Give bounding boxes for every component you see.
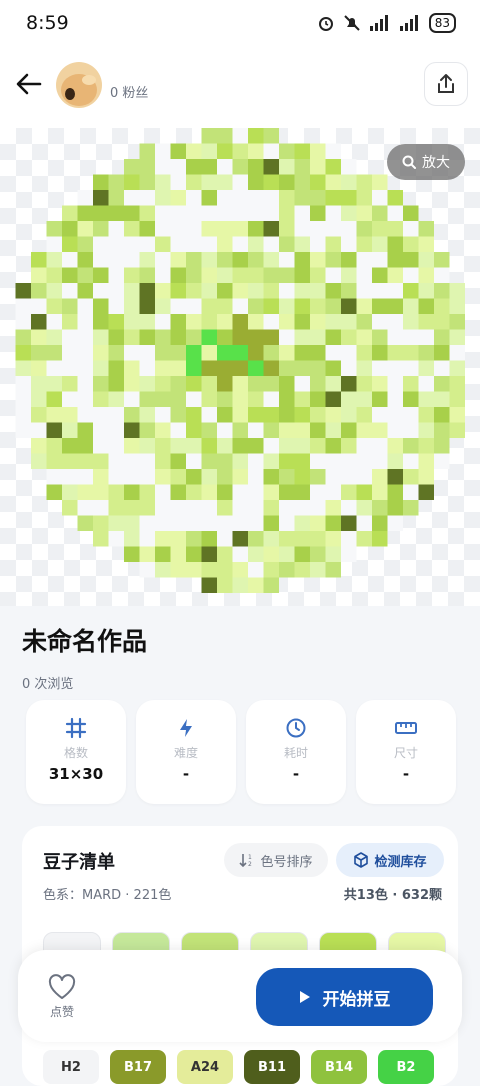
bead-pattern-canvas[interactable]: 放大 bbox=[0, 128, 480, 606]
stat-size: 尺寸 - bbox=[356, 700, 456, 804]
start-label: 开始拼豆 bbox=[322, 989, 391, 1010]
bean-code: B11 bbox=[244, 1050, 300, 1084]
back-button[interactable] bbox=[14, 69, 44, 99]
share-button[interactable] bbox=[424, 62, 468, 106]
top-bar: 0 粉丝 bbox=[0, 48, 480, 128]
bolt-icon bbox=[180, 719, 192, 737]
bean-list-title: 豆子清单 bbox=[43, 852, 115, 873]
sort-by-code-button[interactable]: 12 色号排序 bbox=[224, 843, 328, 877]
mute-icon bbox=[344, 15, 360, 31]
zoom-button[interactable]: 放大 bbox=[387, 144, 465, 180]
clock-icon bbox=[286, 718, 306, 738]
play-icon bbox=[299, 991, 310, 1003]
sort-icon: 12 bbox=[239, 854, 252, 868]
box-icon bbox=[354, 852, 369, 868]
like-label: 点赞 bbox=[49, 1005, 74, 1019]
bean-total: 共13色 · 632颗 bbox=[343, 888, 442, 903]
fans-count[interactable]: 0 粉丝 bbox=[110, 82, 148, 101]
sort-label: 色号排序 bbox=[260, 854, 313, 870]
stat-label: 难度 bbox=[173, 746, 198, 760]
stats-row: 格数 31×30 难度 - 耗时 - 尺寸 - bbox=[26, 700, 456, 804]
arrow-left-icon bbox=[16, 73, 42, 95]
stat-grid: 格数 31×30 bbox=[26, 700, 126, 804]
start-beading-button[interactable]: 开始拼豆 bbox=[256, 968, 433, 1026]
pattern-preview-image bbox=[15, 128, 465, 593]
code-row: H2 B17 A24 B11 B14 B2 bbox=[43, 1050, 434, 1084]
stat-label: 耗时 bbox=[283, 746, 308, 760]
stat-value: - bbox=[292, 765, 300, 783]
ruler-icon bbox=[395, 722, 417, 734]
bean-code: B14 bbox=[311, 1050, 367, 1084]
bean-code: B2 bbox=[378, 1050, 434, 1084]
signal-icon bbox=[369, 15, 388, 31]
stat-label: 尺寸 bbox=[393, 746, 418, 760]
svg-text:2: 2 bbox=[248, 861, 252, 868]
signal-icon-2 bbox=[399, 15, 418, 31]
stat-difficulty: 难度 - bbox=[136, 700, 236, 804]
status-icons: 83 bbox=[317, 13, 456, 33]
bean-code: B17 bbox=[110, 1050, 166, 1084]
bean-code: H2 bbox=[43, 1050, 99, 1084]
stat-value: - bbox=[182, 765, 190, 783]
battery-icon: 83 bbox=[428, 13, 456, 33]
stat-label: 格数 bbox=[63, 746, 88, 760]
status-time: 8:59 bbox=[26, 12, 69, 34]
check-inventory-button[interactable]: 检测库存 bbox=[336, 843, 444, 877]
view-count: 0 次浏览 bbox=[22, 677, 74, 692]
magnifier-icon bbox=[402, 155, 416, 169]
dog-avatar-image bbox=[56, 62, 102, 108]
zoom-label: 放大 bbox=[422, 155, 450, 171]
status-bar: 8:59 83 bbox=[0, 0, 480, 48]
stat-value: - bbox=[402, 765, 410, 783]
svg-text:1: 1 bbox=[248, 854, 252, 861]
like-button[interactable]: 点赞 bbox=[44, 974, 80, 1020]
alarm-icon bbox=[318, 17, 333, 31]
stat-value: 31×30 bbox=[48, 765, 104, 783]
grid-icon bbox=[65, 717, 87, 739]
color-system: 色系：MARD · 221色 bbox=[43, 888, 172, 903]
bottom-action-bar: 点赞 开始拼豆 bbox=[18, 950, 462, 1042]
share-icon bbox=[438, 74, 454, 93]
bean-code: A24 bbox=[177, 1050, 233, 1084]
stat-time: 耗时 - bbox=[246, 700, 346, 804]
work-title: 未命名作品 bbox=[22, 627, 148, 656]
avatar[interactable] bbox=[56, 62, 102, 108]
heart-icon bbox=[48, 974, 76, 999]
check-label: 检测库存 bbox=[374, 854, 427, 870]
